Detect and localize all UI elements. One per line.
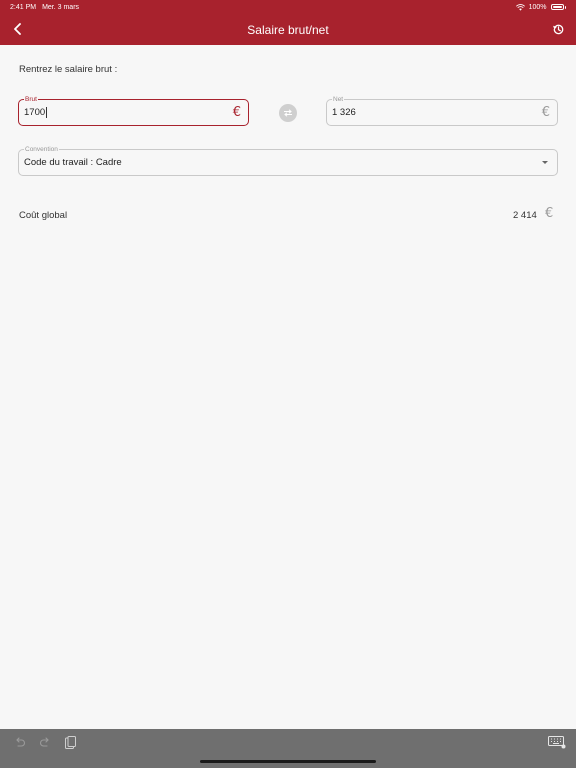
battery-percent: 100% [528,3,547,11]
battery-tip [564,5,566,9]
paste-button[interactable] [63,735,77,749]
redo-button[interactable] [38,735,52,749]
convention-value: Code du travail : Cadre [24,157,122,168]
euro-icon: € [545,206,554,221]
page-title: Salaire brut/net [247,22,329,37]
net-value: 1 326 [332,107,356,118]
undo-button[interactable] [13,735,27,749]
euro-icon: € [541,105,550,120]
keyboard-icon [548,735,566,748]
battery-icon [550,4,564,10]
status-time: 2:41 PM [10,3,37,11]
status-bar: 2:41 PM Mer. 3 mars 100% [0,0,576,14]
convention-select[interactable]: Convention Code du travail : Cadre [18,145,558,176]
input-prompt: Rentrez le salaire brut : [19,64,118,75]
convention-value-wrap: Code du travail : Cadre [24,150,122,175]
history-button[interactable] [548,19,568,39]
euro-icon: € [232,105,241,120]
history-icon [552,24,563,34]
nav-bar: Salaire brut/net [0,14,576,45]
status-date: Mer. 3 mars [42,3,80,11]
keyboard-dismiss-button[interactable] [547,735,567,749]
text-caret [46,107,48,118]
chevron-down-icon [542,161,548,164]
status-right: 100% [515,3,566,11]
swap-icon [284,109,292,117]
cout-global-label: Coût global [19,210,68,221]
back-button[interactable] [8,19,28,39]
swap-button[interactable] [279,104,297,122]
undo-icon [16,737,25,747]
wifi-icon [515,3,525,11]
app-header: 2:41 PM Mer. 3 mars 100% Salaire brut/ne… [0,0,576,45]
cout-global-value: 2 414 [513,210,537,221]
net-input[interactable]: 1 326 [332,100,356,125]
brut-value: 1700 [24,107,46,118]
brut-field[interactable]: Brut 1700 € [18,95,249,126]
brut-input[interactable]: 1700 [24,100,48,125]
home-indicator[interactable] [200,760,376,763]
net-field[interactable]: Net 1 326 € [326,95,558,126]
chevron-left-icon [14,23,21,35]
redo-icon [40,737,49,747]
clipboard-icon [64,735,76,749]
